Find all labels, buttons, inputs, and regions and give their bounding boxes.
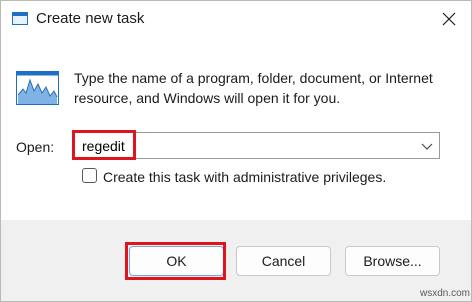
dialog-title: Create new task xyxy=(36,10,145,27)
open-combobox[interactable] xyxy=(72,132,440,159)
close-icon xyxy=(442,12,456,26)
admin-checkbox-label[interactable]: Create this task with administrative pri… xyxy=(103,168,386,186)
open-input[interactable] xyxy=(73,133,413,158)
run-program-icon xyxy=(16,71,59,105)
chevron-down-icon[interactable] xyxy=(421,141,433,151)
ok-button[interactable]: OK xyxy=(129,246,224,276)
title-bar[interactable]: Create new task xyxy=(1,1,471,39)
browse-button[interactable]: Browse... xyxy=(345,246,440,276)
dialog-description: Type the name of a program, folder, docu… xyxy=(74,70,433,106)
admin-checkbox[interactable] xyxy=(82,168,97,183)
cancel-button[interactable]: Cancel xyxy=(236,246,331,276)
run-dialog-icon xyxy=(12,12,28,25)
watermark: wsxdn.com xyxy=(420,288,471,299)
open-label: Open: xyxy=(16,139,55,155)
create-new-task-dialog: Create new task Type the name of a progr… xyxy=(0,0,472,302)
close-button[interactable] xyxy=(427,1,471,37)
